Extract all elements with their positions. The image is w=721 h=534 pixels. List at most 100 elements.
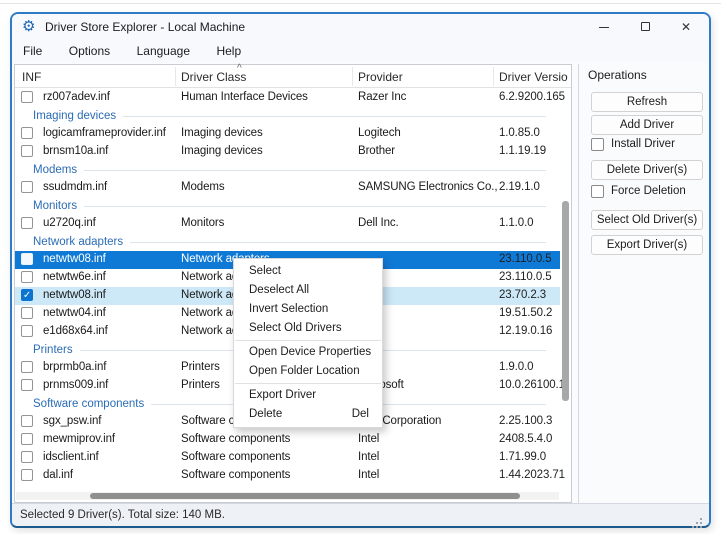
close-icon: ✕ xyxy=(680,20,692,34)
checkbox-box[interactable] xyxy=(591,138,604,151)
inf-cell: mewmiprov.inf xyxy=(43,433,115,445)
select-old-drivers-button[interactable]: Select Old Driver(s) xyxy=(591,210,703,230)
group-divider xyxy=(84,205,546,207)
menu-item-label: Delete xyxy=(249,408,283,420)
version-cell: 23.110.0.5 xyxy=(499,271,552,283)
minimize-icon xyxy=(599,27,609,28)
inf-cell: u2720q.inf xyxy=(43,217,96,229)
driver-class-cell: Modems xyxy=(181,181,225,193)
vertical-scrollbar[interactable] xyxy=(562,201,569,401)
row-checkbox[interactable] xyxy=(21,145,33,157)
row-checkbox[interactable] xyxy=(21,307,33,319)
table-row[interactable]: ssudmdm.inf Modems SAMSUNG Electronics C… xyxy=(15,179,560,197)
inf-cell: logicamframeprovider.inf xyxy=(43,127,166,139)
provider-cell: Dell Inc. xyxy=(358,217,399,229)
inf-cell: netwtw08.inf xyxy=(43,289,106,301)
status-text: Selected 9 Driver(s). Total size: 140 MB… xyxy=(20,509,225,521)
column-divider[interactable] xyxy=(175,67,176,86)
row-checkbox[interactable] xyxy=(21,379,33,391)
group-divider xyxy=(84,169,546,171)
horizontal-scrollbar[interactable] xyxy=(90,493,520,499)
provider-cell: Logitech xyxy=(358,127,401,139)
driver-class-cell: Imaging devices xyxy=(181,145,263,157)
inf-cell: sgx_psw.inf xyxy=(43,415,102,427)
menu-file[interactable]: File xyxy=(12,40,53,63)
table-row[interactable]: idsclient.inf Software components Intel … xyxy=(15,449,560,467)
row-checkbox[interactable] xyxy=(21,181,33,193)
driver-class-cell: Human Interface Devices xyxy=(181,91,308,103)
row-checkbox[interactable] xyxy=(21,91,33,103)
group-row: Imaging devices xyxy=(15,107,560,125)
context-menu-item-open-device-properties[interactable]: Open Device Properties xyxy=(234,343,382,362)
group-label: Imaging devices xyxy=(33,110,117,122)
group-label: Monitors xyxy=(33,200,78,212)
row-checkbox[interactable] xyxy=(21,361,33,373)
driver-class-cell: Software components xyxy=(181,469,291,481)
provider-cell: Brother xyxy=(358,145,396,157)
minimize-button[interactable] xyxy=(587,14,621,40)
resize-grip-icon[interactable] xyxy=(700,518,702,520)
version-cell: 12.19.0.16 xyxy=(499,325,553,337)
table-row[interactable]: brnsm10a.inf Imaging devices Brother 1.1… xyxy=(15,143,560,161)
provider-cell: Intel xyxy=(358,469,380,481)
version-cell: 10.0.26100.1 xyxy=(499,379,565,391)
column-divider[interactable] xyxy=(352,67,353,86)
table-row[interactable]: logicamframeprovider.inf Imaging devices… xyxy=(15,125,560,143)
panel-splitter[interactable] xyxy=(578,64,579,503)
driver-class-cell: Printers xyxy=(181,379,220,391)
menu-help[interactable]: Help xyxy=(205,40,252,63)
version-cell: 1.1.0.0 xyxy=(499,217,534,229)
export-drivers-button[interactable]: Export Driver(s) xyxy=(591,235,703,255)
row-checkbox[interactable] xyxy=(21,451,33,463)
table-row[interactable]: u2720q.inf Monitors Dell Inc. 1.1.0.0 xyxy=(15,215,560,233)
add-driver-button[interactable]: Add Driver xyxy=(591,115,703,135)
row-checkbox[interactable] xyxy=(21,433,33,445)
driver-class-cell: Imaging devices xyxy=(181,127,263,139)
context-menu-item-select[interactable]: Select xyxy=(234,262,382,281)
version-cell: 2.25.100.3 xyxy=(499,415,553,427)
checkbox-box[interactable] xyxy=(591,185,604,198)
row-checkbox[interactable] xyxy=(21,271,33,283)
version-cell: 19.51.50.2 xyxy=(499,307,553,319)
group-row: Modems xyxy=(15,161,560,179)
group-label: Network adapters xyxy=(33,236,124,248)
column-divider[interactable] xyxy=(493,67,494,86)
row-checkbox[interactable] xyxy=(21,127,33,139)
provider-cell: Intel xyxy=(358,433,380,445)
column-header-provider[interactable]: Provider xyxy=(358,70,403,84)
table-row[interactable]: mewmiprov.inf Software components Intel … xyxy=(15,431,560,449)
status-bar: Selected 9 Driver(s). Total size: 140 MB… xyxy=(12,503,709,526)
row-checkbox[interactable] xyxy=(21,469,33,481)
context-menu-item-delete[interactable]: Delete Del xyxy=(234,405,382,424)
inf-cell: ssudmdm.inf xyxy=(43,181,108,193)
row-checkbox-checked[interactable]: ✓ xyxy=(21,289,33,301)
refresh-button[interactable]: Refresh xyxy=(591,92,703,112)
context-menu-item-open-folder-location[interactable]: Open Folder Location xyxy=(234,362,382,381)
row-checkbox[interactable] xyxy=(21,415,33,427)
row-checkbox[interactable] xyxy=(21,253,33,265)
menu-language[interactable]: Language xyxy=(126,40,201,63)
context-menu-item-export-driver[interactable]: Export Driver xyxy=(234,386,382,405)
context-menu-separator xyxy=(235,340,381,341)
context-menu: Select Deselect All Invert Selection Sel… xyxy=(233,258,383,428)
delete-drivers-button[interactable]: Delete Driver(s) xyxy=(591,160,703,180)
close-button[interactable]: ✕ xyxy=(669,14,703,40)
column-header-inf[interactable]: INF xyxy=(22,70,41,84)
title-bar[interactable]: ⚙ Driver Store Explorer - Local Machine … xyxy=(12,14,709,40)
column-header-driver-version[interactable]: Driver Versio xyxy=(499,70,568,84)
context-menu-item-invert-selection[interactable]: Invert Selection xyxy=(234,300,382,319)
version-cell: 6.2.9200.165 xyxy=(499,91,565,103)
maximize-button[interactable] xyxy=(629,14,663,40)
row-checkbox[interactable] xyxy=(21,217,33,229)
menu-options[interactable]: Options xyxy=(58,40,121,63)
version-cell: 23.110.0.5 xyxy=(499,253,552,265)
context-menu-item-deselect-all[interactable]: Deselect All xyxy=(234,281,382,300)
version-cell: 2408.5.4.0 xyxy=(499,433,553,445)
table-row[interactable]: rz007adev.inf Human Interface Devices Ra… xyxy=(15,89,565,107)
table-row[interactable]: dal.inf Software components Intel 1.44.2… xyxy=(15,467,565,485)
row-checkbox[interactable] xyxy=(21,325,33,337)
provider-cell: SAMSUNG Electronics Co., Ltd. xyxy=(358,181,498,193)
inf-cell: idsclient.inf xyxy=(43,451,99,463)
version-cell: 1.9.0.0 xyxy=(499,361,534,373)
context-menu-item-select-old-drivers[interactable]: Select Old Drivers xyxy=(234,319,382,338)
